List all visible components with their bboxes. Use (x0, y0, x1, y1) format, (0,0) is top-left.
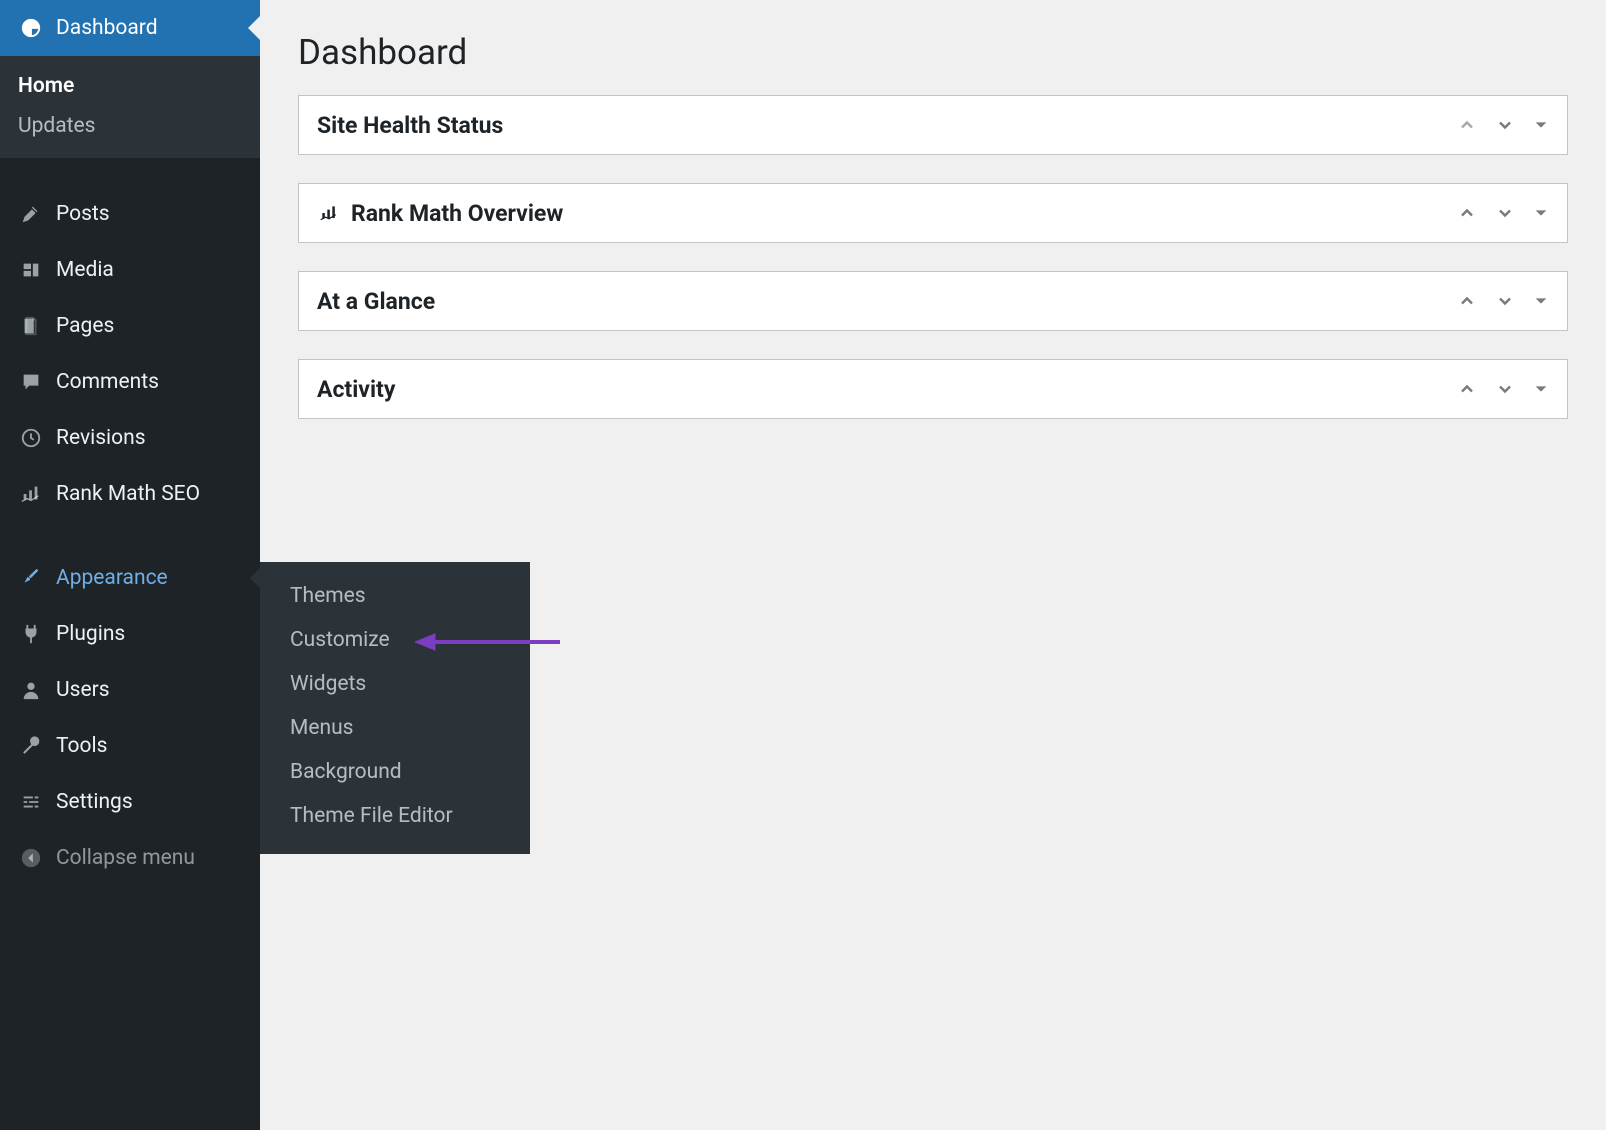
toggle-button[interactable] (1533, 117, 1549, 133)
postbox-header: Rank Math Overview (299, 184, 1567, 242)
sidebar-item-rankmath[interactable]: Rank Math SEO (0, 466, 260, 522)
sidebar-subitem-home[interactable]: Home (0, 66, 260, 106)
move-down-button[interactable] (1495, 115, 1515, 135)
flyout-item-themes[interactable]: Themes (260, 574, 530, 618)
chart-icon (16, 483, 46, 505)
move-down-button[interactable] (1495, 203, 1515, 223)
flyout-item-background[interactable]: Background (260, 750, 530, 794)
appearance-flyout: Themes Customize Widgets Menus Backgroun… (260, 562, 530, 854)
sidebar-item-pages[interactable]: Pages (0, 298, 260, 354)
sidebar-item-label: Media (56, 258, 114, 282)
main-content: Dashboard Site Health Status Rank Math O… (260, 0, 1606, 467)
sidebar-item-tools[interactable]: Tools (0, 718, 260, 774)
sidebar-item-label: Dashboard (56, 16, 158, 40)
postbox-at-a-glance: At a Glance (298, 271, 1568, 331)
annotation-arrow (415, 630, 560, 654)
postbox-controls (1457, 115, 1549, 135)
sidebar-item-label: Pages (56, 314, 114, 338)
wrench-icon (16, 735, 46, 757)
move-up-button[interactable] (1457, 115, 1477, 135)
pages-icon (16, 315, 46, 337)
collapse-menu-label: Collapse menu (56, 846, 195, 870)
move-down-button[interactable] (1495, 379, 1515, 399)
sidebar-item-media[interactable]: Media (0, 242, 260, 298)
sidebar-item-label: Appearance (56, 566, 168, 590)
postbox-title: Rank Math Overview (317, 200, 563, 227)
postbox-header: Site Health Status (299, 96, 1567, 154)
sidebar-item-appearance[interactable]: Appearance (0, 550, 260, 606)
postbox-rankmath-overview: Rank Math Overview (298, 183, 1568, 243)
page-title: Dashboard (298, 32, 1568, 73)
comment-icon (16, 371, 46, 393)
flyout-item-widgets[interactable]: Widgets (260, 662, 530, 706)
sidebar-submenu-dashboard: Home Updates (0, 56, 260, 158)
postbox-controls (1457, 379, 1549, 399)
postbox-title: Activity (317, 376, 395, 403)
sidebar-item-label: Tools (56, 734, 107, 758)
pin-icon (16, 203, 46, 225)
history-icon (16, 427, 46, 449)
postbox-title: Site Health Status (317, 112, 503, 139)
sidebar-item-users[interactable]: Users (0, 662, 260, 718)
sidebar-item-dashboard[interactable]: Dashboard (0, 0, 260, 56)
flyout-item-menus[interactable]: Menus (260, 706, 530, 750)
sidebar-item-label: Posts (56, 202, 110, 226)
toggle-button[interactable] (1533, 293, 1549, 309)
sidebar-item-label: Rank Math SEO (56, 482, 200, 506)
user-icon (16, 679, 46, 701)
sidebar-item-label: Settings (56, 790, 133, 814)
collapse-menu-button[interactable]: Collapse menu (0, 830, 260, 886)
move-up-button[interactable] (1457, 203, 1477, 223)
chart-icon (317, 203, 341, 223)
sidebar-item-posts[interactable]: Posts (0, 186, 260, 242)
postbox-activity: Activity (298, 359, 1568, 419)
sidebar-separator (0, 158, 260, 186)
toggle-button[interactable] (1533, 381, 1549, 397)
postbox-header: At a Glance (299, 272, 1567, 330)
plug-icon (16, 623, 46, 645)
postbox-title: At a Glance (317, 288, 435, 315)
postbox-controls (1457, 203, 1549, 223)
sidebar-item-settings[interactable]: Settings (0, 774, 260, 830)
sidebar-subitem-updates[interactable]: Updates (0, 106, 260, 146)
flyout-item-theme-file-editor[interactable]: Theme File Editor (260, 794, 530, 838)
sidebar-item-label: Revisions (56, 426, 146, 450)
move-down-button[interactable] (1495, 291, 1515, 311)
toggle-button[interactable] (1533, 205, 1549, 221)
sidebar-item-revisions[interactable]: Revisions (0, 410, 260, 466)
move-up-button[interactable] (1457, 379, 1477, 399)
postbox-controls (1457, 291, 1549, 311)
sidebar-item-label: Plugins (56, 622, 125, 646)
postbox-header: Activity (299, 360, 1567, 418)
sidebar-separator (0, 522, 260, 550)
dashboard-icon (16, 17, 46, 39)
sliders-icon (16, 791, 46, 813)
media-icon (16, 259, 46, 281)
sidebar-item-label: Users (56, 678, 110, 702)
collapse-icon (16, 847, 46, 869)
move-up-button[interactable] (1457, 291, 1477, 311)
postbox-site-health: Site Health Status (298, 95, 1568, 155)
sidebar-item-label: Comments (56, 370, 159, 394)
sidebar-item-comments[interactable]: Comments (0, 354, 260, 410)
sidebar-item-plugins[interactable]: Plugins (0, 606, 260, 662)
brush-icon (16, 567, 46, 589)
admin-sidebar: Dashboard Home Updates Posts Media Pages… (0, 0, 260, 1130)
